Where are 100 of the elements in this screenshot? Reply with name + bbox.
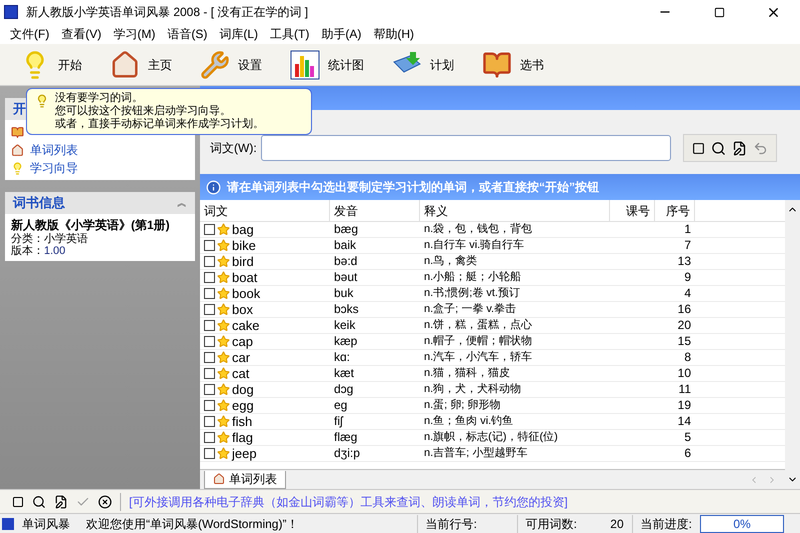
menu-item[interactable]: 语音(S) [161,25,214,43]
checkbox-icon[interactable] [12,496,24,508]
search-label: 词文(W): [210,140,257,157]
star-icon [217,431,230,444]
search-icon[interactable] [32,494,46,508]
word-cell: cake [232,318,260,333]
meaning-cell-text: n.鱼；鱼肉 vi.钓鱼 [423,414,514,429]
star-icon [217,367,230,380]
column-header[interactable]: 词文 [200,200,330,221]
app-logo-icon [4,5,18,19]
star-icon [217,383,230,396]
word-cell: flag [232,430,253,445]
row-checkbox[interactable] [204,224,215,235]
phonetic-cell-text: baik [333,238,358,253]
star-icon [217,287,230,300]
column-header[interactable]: 课号 [610,200,655,221]
index-cell-text: 13 [676,254,692,269]
row-checkbox[interactable] [204,272,215,283]
phonetic-cell-text: dɔg [333,382,354,397]
index-cell-text: 7 [683,238,692,253]
window-title: 新人教版小学英语单词风暴 2008 - [ 没有正在学的词 ] [26,4,310,21]
row-checkbox[interactable] [204,240,215,251]
edit-icon[interactable] [732,140,747,156]
star-icon [217,255,230,268]
phonetic-cell-text: flæg [333,430,358,445]
star-icon [217,271,230,284]
menu-item[interactable]: 文件(F) [4,25,56,43]
phonetic-cell-text: bəut [333,270,358,285]
row-checkbox[interactable] [204,384,215,395]
phonetic-cell-text: bɔks [333,302,360,317]
phonetic-cell-text: fiʃ [333,414,344,429]
undo-icon[interactable] [752,140,768,156]
meaning-cell-text: n.自行车 vi.骑自行车 [423,238,526,253]
status-app-name: 单词风暴 [21,516,71,532]
vertical-scrollbar[interactable] [785,200,800,489]
phonetic-cell-text: kæt [333,366,356,381]
search-icon[interactable] [710,140,726,156]
menu-item[interactable]: 学习(M) [107,25,162,43]
phonetic-cell-text: eg [333,398,348,413]
row-checkbox[interactable] [204,432,215,443]
index-cell-text: 14 [676,414,692,429]
panel-title: 开 [13,100,26,118]
tooltip-text: 您可以按这个按钮来启动学习向导。 [55,105,232,118]
index-cell-text: 19 [676,398,692,413]
row-checkbox[interactable] [204,336,215,347]
index-cell-text: 5 [683,430,692,445]
tooltip-text: 或者，直接手动标记单词来作成学习计划。 [55,118,264,131]
index-cell-text: 16 [676,302,692,317]
meaning-cell-text: n.鸟，禽类 [423,254,478,269]
edit-icon[interactable] [54,494,68,508]
row-checkbox[interactable] [204,400,215,411]
menu-item[interactable]: 词库(L) [213,25,264,43]
toolbar-button[interactable]: 开始 [16,46,86,82]
sidebar-link[interactable]: 单词列表 [11,142,189,158]
star-icon [217,335,230,348]
menu-item[interactable]: 工具(T) [264,25,316,43]
row-checkbox[interactable] [204,256,215,267]
menu-item[interactable]: 助手(A) [315,25,368,43]
search-field[interactable] [260,135,671,161]
meaning-cell-text: n.盒子; 一拳 v.拳击 [423,302,518,317]
toolbar-button[interactable]: 设置 [196,46,266,82]
cancel-icon[interactable] [98,494,112,508]
lightbulb-icon [35,94,49,108]
row-checkbox[interactable] [204,304,215,315]
row-checkbox[interactable] [204,288,215,299]
lightbulb-icon [11,162,24,174]
star-icon [217,399,230,412]
menu-item[interactable]: 帮助(H) [367,25,420,43]
checkbox-icon[interactable] [692,142,705,154]
word-cell: bag [232,222,254,237]
phonetic-cell-text: keik [333,318,356,333]
index-cell-text: 1 [683,222,692,237]
toolbar-button[interactable]: 计划 [388,46,458,82]
meaning-cell-text: n.吉普车; 小型越野车 [423,446,528,461]
count-value: 20 [609,516,625,532]
meaning-cell-text: n.袋，包，钱包，背包 [423,222,534,237]
toolbar-button[interactable]: 主页 [106,46,176,82]
status-message: 欢迎您使用“单词风暴(WordStorming)”！ [85,516,300,532]
row-checkbox[interactable] [204,352,215,363]
toolbar-button[interactable]: 选书 [478,46,548,82]
sidebar-link[interactable]: 学习向导 [11,160,189,176]
row-checkbox[interactable] [204,416,215,427]
house-icon [110,50,140,80]
star-icon [217,303,230,316]
column-header[interactable]: 序号 [655,200,695,221]
meaning-cell-text: n.饼，糕，蛋糕，点心 [423,318,534,333]
row-checkbox[interactable] [204,368,215,379]
collapse-button[interactable]: ︽ [177,196,187,210]
bottom-tab[interactable]: 单词列表 [204,470,286,488]
menu-item[interactable]: 查看(V) [55,25,108,43]
house-icon [213,473,225,485]
toolbar-button[interactable]: 统计图 [286,46,368,82]
row-checkbox[interactable] [204,448,215,459]
row-checkbox[interactable] [204,320,215,331]
column-header[interactable]: 发音 [330,200,420,221]
index-cell-text: 20 [676,318,692,333]
word-cell: book [232,286,260,301]
maximize-icon [714,6,724,18]
column-header[interactable]: 释义 [420,200,610,221]
version-value: 1.00 [44,245,66,257]
